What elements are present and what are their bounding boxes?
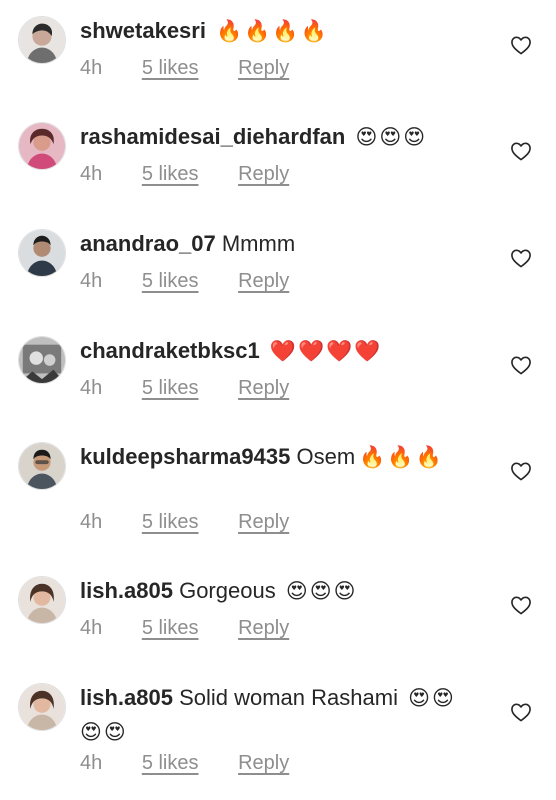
heart-outline-icon[interactable] [510,141,532,161]
comment-text: kuldeepsharma9435 Osem 🔥🔥🔥 [80,440,460,474]
likes-link[interactable]: 5 likes [142,270,199,292]
comment-time: 4h [80,163,103,185]
comment-text: lish.a805 Gorgeous 😍😍😍 [80,574,472,608]
comment-message: Gorgeous [179,578,276,603]
comment-text: lish.a805 Solid woman Rashami 😍😍😍😍 [80,681,470,749]
comment-emoji: 😍😍😍 [355,125,428,149]
comment-meta: 4h 5 likes Reply [80,56,323,80]
reply-button[interactable]: Reply [238,752,289,774]
likes-link[interactable]: 5 likes [142,511,199,533]
likes-link[interactable]: 5 likes [142,57,199,79]
avatar[interactable] [18,122,66,170]
comment-time: 4h [80,511,103,533]
comment-emoji: ❤️❤️❤️❤️ [269,339,383,363]
likes-link[interactable]: 5 likes [142,617,199,639]
avatar[interactable] [18,442,66,490]
reply-button[interactable]: Reply [238,57,289,79]
heart-outline-icon[interactable] [510,355,532,375]
comment-emoji: 😍😍😍 [285,579,358,603]
comment-username[interactable]: kuldeepsharma9435 [80,444,290,469]
comment-message: Mmmm [221,231,296,256]
reply-button[interactable]: Reply [238,270,289,292]
comment-time: 4h [80,377,103,399]
comment-text: anandrao_07 Mmmm [80,227,472,261]
heart-outline-icon[interactable] [510,248,532,268]
avatar[interactable] [18,16,66,64]
avatar[interactable] [18,576,66,624]
likes-link[interactable]: 5 likes [142,377,199,399]
comment-username[interactable]: shwetakesri [80,18,206,43]
comment-time: 4h [80,752,103,774]
comment-time: 4h [80,57,103,79]
comment-meta: 4h 5 likes Reply [80,751,323,775]
avatar[interactable] [18,683,66,731]
avatar[interactable] [18,229,66,277]
comment-meta: 4h 5 likes Reply [80,376,323,400]
reply-button[interactable]: Reply [238,163,289,185]
comment-emoji: 🔥🔥🔥 [359,445,444,469]
comment-meta: 4h 5 likes Reply [80,616,323,640]
comment-username[interactable]: lish.a805 [80,685,173,710]
heart-outline-icon[interactable] [510,702,532,722]
comment-message: Osem [296,444,356,469]
comment-text: shwetakesri 🔥🔥🔥🔥 [80,14,472,48]
reply-button[interactable]: Reply [238,511,289,533]
avatar[interactable] [18,336,66,384]
heart-outline-icon[interactable] [510,595,532,615]
comment-text: chandraketbksc1 ❤️❤️❤️❤️ [80,334,472,368]
comment-meta: 4h 5 likes Reply [80,510,323,534]
comment-username[interactable]: lish.a805 [80,578,173,603]
heart-outline-icon[interactable] [510,35,532,55]
likes-link[interactable]: 5 likes [142,163,199,185]
comment-time: 4h [80,270,103,292]
comment-meta: 4h 5 likes Reply [80,162,323,186]
reply-button[interactable]: Reply [238,617,289,639]
heart-outline-icon[interactable] [510,461,532,481]
comment-text: rashamidesai_diehardfan 😍😍😍 [80,120,472,154]
comment-emoji: 🔥🔥🔥🔥 [216,19,329,43]
comment-message: Solid woman Rashami [179,685,398,710]
comment-time: 4h [80,617,103,639]
comment-username[interactable]: rashamidesai_diehardfan [80,124,345,149]
likes-link[interactable]: 5 likes [142,752,199,774]
comment-username[interactable]: anandrao_07 [80,231,216,256]
comment-username[interactable]: chandraketbksc1 [80,338,260,363]
reply-button[interactable]: Reply [238,377,289,399]
comment-meta: 4h 5 likes Reply [80,269,323,293]
